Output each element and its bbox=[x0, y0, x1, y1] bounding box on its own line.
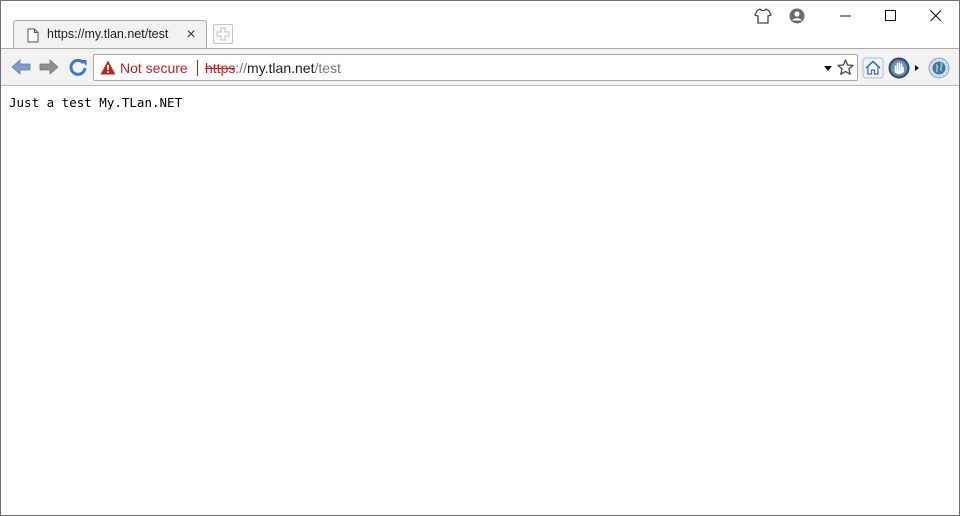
url-separator: :// bbox=[235, 60, 248, 76]
home-icon[interactable] bbox=[862, 57, 884, 79]
url-path: /test bbox=[314, 60, 341, 76]
url-host: my.tlan.net bbox=[247, 60, 315, 76]
forward-arrow-icon[interactable] bbox=[38, 57, 60, 77]
chevron-right-icon[interactable] bbox=[913, 57, 921, 79]
star-icon[interactable] bbox=[837, 59, 854, 76]
tab-title: https://my.tlan.net/test bbox=[47, 27, 169, 41]
title-bar: https://my.tlan.net/test × bbox=[1, 1, 959, 49]
shirt-icon[interactable] bbox=[754, 7, 772, 25]
toolbar: Not secure https://my.tlan.net/test bbox=[1, 48, 959, 86]
minimize-icon bbox=[840, 15, 851, 17]
new-tab-button[interactable] bbox=[213, 24, 233, 44]
address-bar[interactable]: Not secure https://my.tlan.net/test bbox=[93, 54, 858, 81]
close-window-button[interactable] bbox=[913, 1, 959, 31]
maximize-icon bbox=[885, 10, 896, 21]
tab-close-icon[interactable]: × bbox=[184, 27, 198, 43]
hand-icon[interactable] bbox=[888, 57, 910, 79]
maximize-button[interactable] bbox=[868, 1, 914, 31]
tab-active[interactable]: https://my.tlan.net/test × bbox=[13, 20, 207, 49]
url-scheme: https bbox=[205, 60, 236, 76]
close-icon bbox=[930, 10, 942, 22]
profile-icon[interactable] bbox=[788, 7, 806, 25]
globe-icon[interactable] bbox=[928, 57, 950, 79]
page-content: Just a test My.TLan.NET bbox=[1, 86, 959, 515]
reload-icon[interactable] bbox=[67, 57, 89, 77]
dropdown-arrow-icon[interactable] bbox=[823, 63, 833, 73]
page-icon bbox=[27, 28, 39, 43]
plus-icon bbox=[216, 27, 230, 41]
page-body-text: Just a test My.TLan.NET bbox=[9, 95, 183, 110]
url-text[interactable]: https://my.tlan.net/test bbox=[205, 60, 341, 76]
browser-window: https://my.tlan.net/test × Not secure ht… bbox=[0, 0, 960, 516]
security-divider bbox=[197, 60, 198, 76]
back-arrow-icon[interactable] bbox=[10, 57, 32, 77]
warning-triangle-icon[interactable] bbox=[100, 60, 116, 75]
security-status[interactable]: Not secure bbox=[120, 60, 188, 76]
minimize-button[interactable] bbox=[823, 1, 869, 31]
